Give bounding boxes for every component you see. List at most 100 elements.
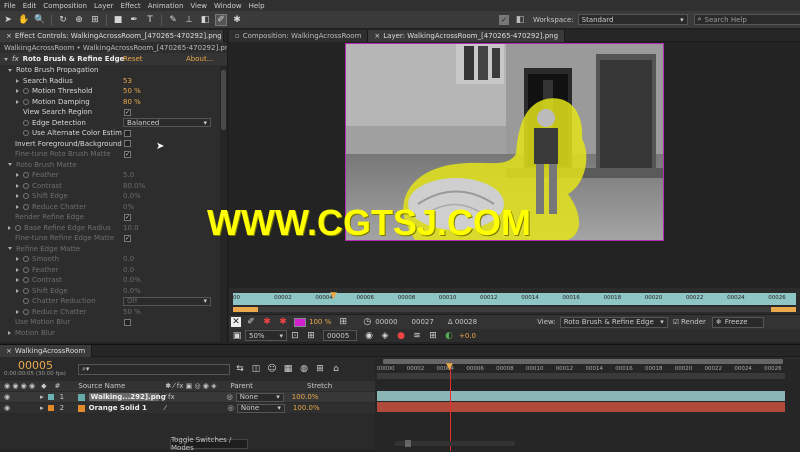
effect-property-row[interactable]: Use Alternate Color Estim [0, 128, 227, 139]
effect-property-row[interactable]: Motion Blur [0, 328, 227, 339]
layer-switches-icon[interactable]: ⁄ fx [165, 393, 175, 401]
tab-close-icon[interactable]: × [374, 32, 380, 40]
property-checkbox[interactable]: ✓ [124, 150, 131, 158]
stopwatch-icon[interactable] [15, 224, 21, 231]
type-tool-icon[interactable]: T [144, 14, 156, 26]
puppet-tool-icon[interactable]: ✱ [231, 14, 243, 26]
property-value[interactable]: 10.0 [123, 224, 139, 232]
disclosure-triangle-icon[interactable] [16, 267, 19, 272]
rotate-tool-icon[interactable]: ↻ [57, 14, 69, 26]
work-area-bar[interactable] [233, 307, 796, 312]
effect-property-row[interactable]: Reduce Chatter 50 % [0, 307, 227, 318]
effect-property-row[interactable]: Edge Detection Balanced ▾ [0, 118, 227, 129]
timeline-navigator[interactable] [383, 359, 783, 364]
effect-property-row[interactable]: Smooth 0.0 [0, 254, 227, 265]
disclosure-triangle-icon[interactable] [16, 257, 19, 262]
stopwatch-icon[interactable] [23, 119, 29, 126]
menu-item-composition[interactable]: Composition [43, 2, 87, 10]
graph-editor-icon[interactable]: ⌂ [330, 363, 342, 375]
in-point-handle[interactable] [233, 307, 258, 312]
stopwatch-icon[interactable] [23, 266, 29, 273]
property-checkbox[interactable] [124, 140, 131, 148]
property-value[interactable]: 80.0% [123, 182, 145, 190]
effect-property-row[interactable]: Use Motion Blur [0, 317, 227, 328]
stopwatch-icon[interactable] [23, 172, 29, 179]
effect-property-row[interactable]: View Search Region ✓ [0, 107, 227, 118]
menu-item-edit[interactable]: Edit [23, 2, 37, 10]
disclosure-triangle-icon[interactable] [16, 89, 19, 94]
effect-property-row[interactable]: Contrast 80.0% [0, 181, 227, 192]
effect-property-row[interactable]: Fine-tune Roto Brush Matte ✓ [0, 149, 227, 160]
effect-header[interactable]: fx Roto Brush & Refine Edge Reset About.… [0, 53, 227, 65]
disclosure-triangle-icon[interactable] [8, 330, 11, 335]
parent-pickwhip-icon[interactable]: ◎ [228, 404, 234, 412]
disclosure-triangle-icon[interactable] [4, 57, 8, 61]
snapping-icon[interactable]: ✓ [499, 14, 509, 25]
camera-tool-icon[interactable]: ⊕ [73, 14, 85, 26]
disclosure-triangle-icon[interactable] [16, 183, 19, 188]
layer-search-input[interactable]: ⌕▾ [78, 364, 230, 375]
property-checkbox[interactable]: ✓ [124, 213, 131, 221]
property-value[interactable]: 0% [123, 203, 134, 211]
stretch-value[interactable]: 100.0% [292, 393, 319, 401]
disclosure-triangle-icon[interactable] [16, 173, 19, 178]
alpha-toggle-icon[interactable]: ✕ [231, 317, 241, 327]
disclosure-triangle-icon[interactable] [16, 204, 19, 209]
effect-property-row[interactable]: Contrast 0.0% [0, 275, 227, 286]
zoom-tool-icon[interactable]: 🔍 [34, 14, 46, 26]
layer-time-ruler[interactable]: 00 00002 00004 00006 00008 00010 00012 00014 000… [229, 288, 800, 316]
stretch-value[interactable]: 100.0% [293, 404, 320, 412]
stopwatch-icon[interactable] [23, 287, 29, 294]
disclosure-triangle-icon[interactable] [16, 288, 19, 293]
pen-tool-icon[interactable]: ✒ [128, 14, 140, 26]
snapping-mode-icon[interactable]: ◧ [513, 15, 527, 25]
property-value[interactable]: 50 % [123, 308, 141, 316]
reset-link[interactable]: Reset [123, 55, 143, 63]
effect-property-row[interactable]: Refine Edge Matte [0, 244, 227, 255]
parent-header[interactable]: Parent [231, 382, 253, 390]
effect-property-row[interactable]: Chatter Reduction Off ▾ [0, 296, 227, 307]
property-checkbox[interactable] [124, 129, 131, 137]
disclosure-triangle-icon[interactable] [8, 68, 12, 72]
shy-icon[interactable]: ☺ [266, 363, 278, 375]
pan-behind-tool-icon[interactable]: ⊞ [89, 14, 101, 26]
property-checkbox[interactable] [124, 318, 131, 326]
layer-bar-2[interactable] [377, 402, 785, 412]
current-time-line[interactable] [450, 364, 451, 451]
expand-triangle-icon[interactable]: ▸ [40, 404, 44, 412]
channel-icon[interactable]: ● [395, 330, 407, 342]
menu-item-view[interactable]: View [190, 2, 207, 10]
layer-label-color[interactable] [47, 405, 54, 411]
expand-triangle-icon[interactable]: ▸ [40, 393, 44, 401]
layer-name[interactable]: Orange Solid 1 [89, 404, 159, 412]
in-point-icon[interactable]: ◷ [361, 316, 373, 328]
current-frame-field[interactable]: 00005 [323, 330, 357, 341]
fx-icon[interactable]: fx [12, 55, 19, 63]
tab-layer[interactable]: × Layer: WalkingAcrossRoom_[470265-47029… [368, 29, 566, 42]
grid-icon[interactable]: ⊞ [337, 316, 349, 328]
visibility-icon[interactable]: ◉ [4, 393, 10, 401]
render-checkbox[interactable]: ☑ [673, 318, 679, 326]
freeze-button[interactable]: ❄ Freeze [711, 316, 764, 328]
effect-property-row[interactable]: Shift Edge 0.0% [0, 191, 227, 202]
layer-row[interactable]: ◉ ▸ 2 Orange Solid 1 ⁄ ◎ None ▾ 100.0% [0, 403, 375, 413]
eraser-tool-icon[interactable]: ◧ [199, 14, 211, 26]
fast-preview-icon[interactable]: ≋ [411, 330, 423, 342]
parent-dropdown[interactable]: None ▾ [236, 403, 285, 413]
stopwatch-icon[interactable] [23, 98, 29, 105]
frame-blending-icon[interactable]: ▦ [282, 363, 294, 375]
roto-mode-icon[interactable]: ✱ [261, 316, 273, 328]
start-time[interactable]: 00000 [375, 318, 397, 326]
stopwatch-icon[interactable] [23, 256, 29, 263]
menu-item-help[interactable]: Help [249, 2, 265, 10]
stretch-header[interactable]: Stretch [307, 382, 332, 390]
visibility-icon[interactable]: ◉ [4, 404, 10, 412]
about-link[interactable]: About... [186, 55, 213, 63]
layer-bar-1[interactable] [377, 391, 785, 401]
layer-row[interactable]: ◉ ▸ 1 Walking...292].png ⁄ fx ◎ None ▾ 100.0% [0, 392, 375, 402]
effect-property-row[interactable]: Motion Damping 80 % [0, 97, 227, 108]
fit-icon[interactable]: ⊡ [289, 330, 301, 342]
property-value[interactable]: 0.0% [123, 192, 141, 200]
overlay-mode-icon[interactable]: ✱ [277, 316, 289, 328]
parent-dropdown[interactable]: None ▾ [235, 392, 284, 402]
